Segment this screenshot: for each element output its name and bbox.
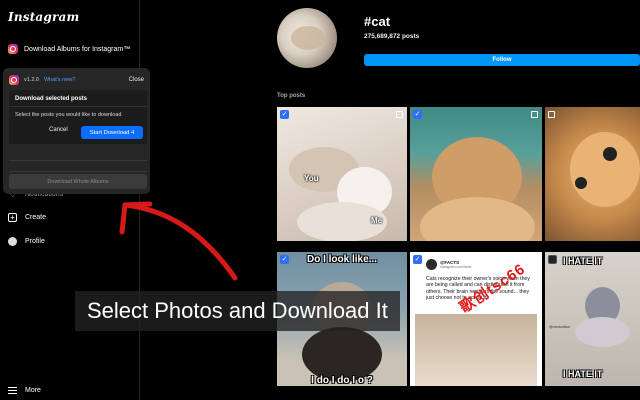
carousel-icon [396,111,403,118]
extension-icon [8,44,18,54]
cone-image [575,317,630,347]
start-download-button[interactable]: Start Download 4 [81,126,143,139]
instagram-logo[interactable]: Instagram [8,10,79,24]
post-tile[interactable]: I HATE IT @vedcattos I HATE IT [545,252,640,386]
profile-avatar-icon [8,237,17,246]
divider [9,160,147,161]
facts-header: @FACTS instagram.com/facts [426,259,471,270]
sidebar-item-more[interactable]: More [8,386,41,395]
extension-entry[interactable]: Download Albums for Instagram™ [8,44,130,54]
cat-eye [575,177,587,189]
whats-new-link[interactable]: What's new? [44,77,75,83]
hashtag-title: #cat [364,14,391,29]
extension-icon [9,75,19,85]
popup-header: v1.2.0 What's new? Close [9,75,144,85]
card-title: Download selected posts [15,96,88,102]
cat-image [415,314,537,386]
plus-icon: + [8,213,17,222]
carousel-icon [531,111,538,118]
sidebar-item-label: Create [25,214,47,221]
handle-label: @vedcattos [549,324,571,329]
divider [9,171,147,172]
facts-handle: instagram.com/facts [440,265,472,269]
sidebar-item-profile[interactable]: Profile [8,237,45,246]
instruction-banner: Select Photos and Download It [75,291,400,331]
selected-checkbox[interactable]: ✓ [280,255,289,264]
meme-caption-bottom: I do I do I o ? [311,375,373,386]
post-tile[interactable]: You Me ✓ [277,107,407,241]
cat-costume [302,327,382,382]
cat-image [420,197,535,241]
cat-image [570,132,640,207]
post-count: 275,689,872 posts [364,33,420,40]
close-button[interactable]: Close [129,77,144,83]
sidebar-item-label: More [25,387,41,394]
download-whole-albums-button[interactable]: Download Whole Albums [9,174,147,189]
sidebar-item-label: Profile [25,238,45,245]
download-selected-card: Download selected posts Select the posts… [9,90,147,144]
meme-caption-top: I HATE IT [563,256,603,266]
unselected-checkbox[interactable] [548,255,557,264]
divider [9,106,147,107]
download-popup: v1.2.0 What's new? Close Download select… [3,68,150,194]
menu-icon [8,386,17,395]
meme-caption-bottom: I HATE IT [563,369,603,379]
hashtag-avatar [277,8,337,68]
carousel-icon [548,111,555,118]
cat-eye [603,147,617,161]
cancel-button[interactable]: Cancel [49,127,68,133]
sidebar-item-create[interactable]: + Create [8,213,46,222]
extension-label: Download Albums for Instagram™ [24,45,131,53]
caption-you: You [304,174,319,183]
version-label: v1.2.0 [24,77,39,83]
section-heading-top-posts: Top posts [277,93,306,99]
post-tile[interactable] [545,107,640,241]
selected-checkbox[interactable]: ✓ [280,110,289,119]
selected-checkbox[interactable]: ✓ [413,110,422,119]
facts-avatar [426,259,437,270]
caption-me: Me [371,216,383,225]
post-tile[interactable]: ✓ [410,107,542,241]
meme-caption-top: Do I look like... [306,254,377,265]
selected-checkbox[interactable]: ✓ [413,255,422,264]
card-description: Select the posts you would like to downl… [15,112,122,118]
sidebar: Instagram Download Albums for Instagram™… [0,0,140,400]
follow-button[interactable]: Follow [364,54,640,66]
